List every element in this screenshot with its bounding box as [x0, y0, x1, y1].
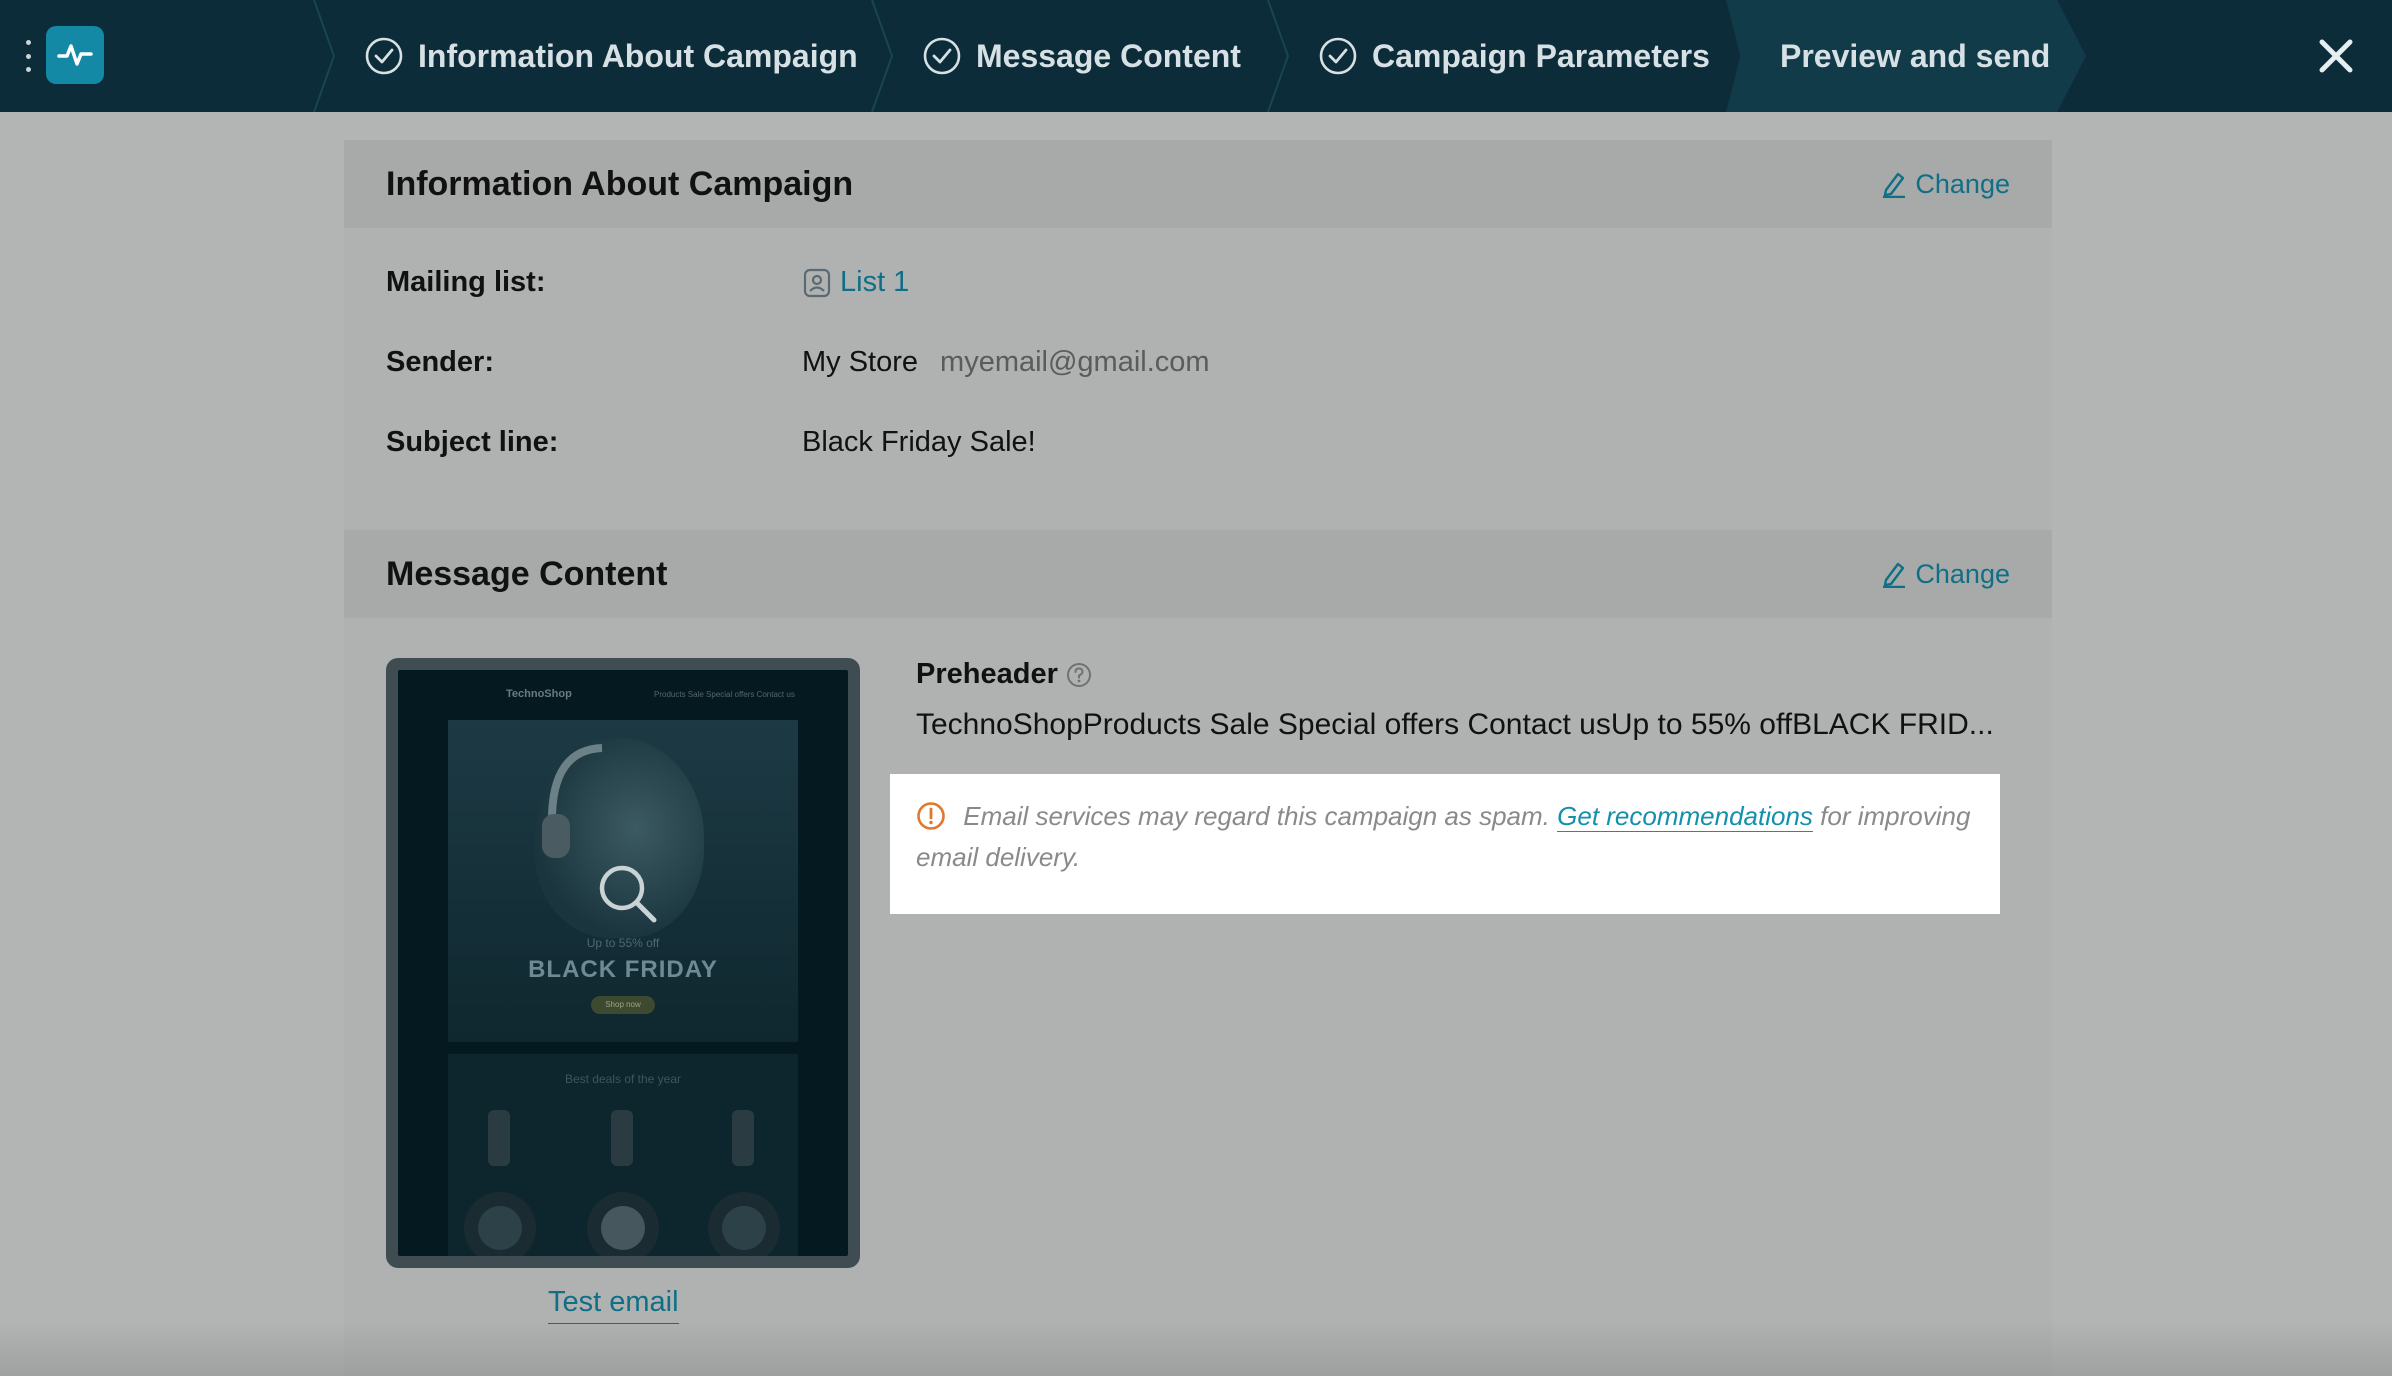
sender-name: My Store [802, 346, 919, 378]
thumb-brand: TechnoShop [506, 688, 572, 700]
mailing-list-label: Mailing list: [386, 266, 546, 298]
kebab-menu-icon[interactable] [20, 40, 36, 72]
info-section-title: Information About Campaign [386, 164, 854, 203]
check-circle-icon [923, 37, 961, 75]
spam-warning-text: Email services may regard this campaign … [963, 801, 1550, 831]
spam-warning-box: Email services may regard this campaign … [890, 774, 2000, 914]
thumb-sale-small: Up to 55% off [586, 936, 660, 950]
step-separator [871, 0, 894, 112]
sender-label: Sender: [386, 346, 494, 378]
thumb-sale-big: BLACK FRIDAY [528, 956, 718, 983]
info-change-link[interactable]: Change [1881, 169, 2010, 200]
content-section-header: Message Content Change [344, 530, 2052, 618]
sender-email: myemail@gmail.com [940, 346, 1210, 378]
test-email-link[interactable]: Test email [548, 1286, 679, 1324]
pulse-icon[interactable] [46, 26, 104, 84]
check-circle-icon [365, 37, 403, 75]
subject-label: Subject line: [386, 426, 559, 458]
step-information-about-campaign[interactable]: Information About Campaign [364, 0, 858, 112]
mailing-list-value[interactable]: List 1 [802, 266, 909, 299]
step-campaign-parameters[interactable]: Campaign Parameters [1318, 0, 1710, 112]
step-label: Campaign Parameters [1372, 37, 1710, 74]
preheader-text: TechnoShopProducts Sale Special offers C… [916, 708, 1994, 741]
bottom-fade [0, 1320, 2392, 1376]
step-message-content[interactable]: Message Content [922, 0, 1241, 112]
sender-row: Sender: My Store myemail@gmail.com [386, 346, 1210, 379]
pencil-icon [1883, 172, 1906, 198]
step-label: Information About Campaign [418, 37, 858, 74]
mailing-list-row: Mailing list: List 1 [386, 266, 909, 299]
step-separator [313, 0, 336, 112]
change-label: Change [1915, 558, 2010, 589]
step-preview-and-send[interactable]: Preview and send [1780, 0, 2050, 112]
wizard-bar: Information About Campaign Message Conte… [0, 0, 2392, 112]
content-section-title: Message Content [386, 554, 668, 593]
change-label: Change [1915, 168, 2010, 199]
preheader-heading: Preheader [916, 658, 1092, 691]
thumb-deals-title: Best deals of the year [564, 1072, 682, 1086]
thumb-deals-section: Best deals of the year [448, 1054, 798, 1256]
email-preview-thumbnail[interactable]: TechnoShop Products Sale Special offers … [386, 658, 860, 1268]
preheader-title: Preheader [916, 658, 1058, 690]
headphones-image [542, 744, 603, 858]
subject-value: Black Friday Sale! [802, 426, 1036, 458]
thumb-shop-button: Shop now [591, 996, 655, 1014]
product-headphones-image [587, 1110, 659, 1256]
warning-icon [917, 802, 945, 830]
close-icon[interactable] [2316, 36, 2356, 76]
step-separator [1267, 0, 1290, 112]
contact-list-icon [803, 268, 831, 297]
info-section-header: Information About Campaign Change [344, 140, 2052, 228]
content-change-link[interactable]: Change [1881, 559, 2010, 590]
step-label: Preview and send [1780, 37, 2051, 74]
subject-row: Subject line: Black Friday Sale! [386, 426, 1036, 459]
magnify-icon[interactable] [596, 862, 660, 926]
product-headphones-image [708, 1110, 780, 1256]
step-label: Message Content [976, 37, 1241, 74]
pencil-icon [1883, 562, 1906, 588]
thumb-nav: Products Sale Special offers Contact us [654, 690, 795, 699]
preview-panel: Information About Campaign Change Mailin… [344, 140, 2052, 1376]
get-recommendations-link[interactable]: Get recommendations [1557, 801, 1813, 832]
product-headphones-image [464, 1110, 536, 1256]
check-circle-icon [1319, 37, 1357, 75]
help-icon[interactable] [1066, 662, 1092, 688]
mailing-list-link[interactable]: List 1 [840, 266, 909, 299]
